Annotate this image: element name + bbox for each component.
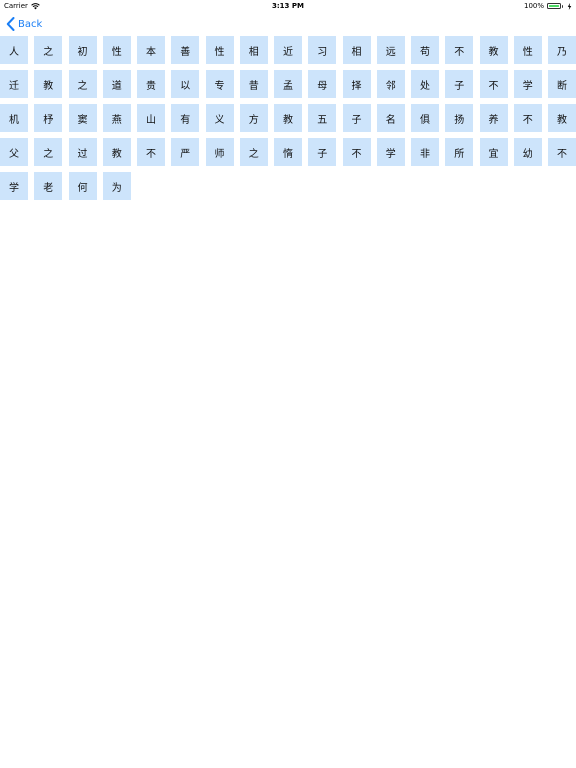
character-cell[interactable]: 习 [308, 36, 337, 64]
character-cell[interactable]: 不 [445, 36, 474, 64]
character-cell[interactable]: 之 [68, 70, 97, 98]
battery-icon [547, 3, 563, 9]
character-cell[interactable]: 燕 [102, 104, 131, 132]
character-grid: 人之初性本善性相近习相远苟不教性乃迁教之道贵以专昔孟母择邻处子不学断机杼窦燕山有… [0, 36, 576, 200]
character-cell[interactable]: 贵 [137, 70, 165, 98]
back-button[interactable]: Back [6, 16, 42, 32]
chevron-left-icon [6, 17, 15, 31]
character-cell[interactable]: 山 [137, 104, 165, 132]
character-cell[interactable]: 迁 [0, 70, 28, 98]
character-cell[interactable]: 教 [479, 36, 508, 64]
character-cell[interactable]: 过 [68, 138, 97, 166]
character-cell[interactable]: 之 [34, 138, 63, 166]
character-cell[interactable]: 有 [171, 104, 200, 132]
character-cell[interactable]: 乃 [548, 36, 576, 64]
character-cell[interactable]: 俱 [411, 104, 439, 132]
character-cell[interactable]: 之 [239, 138, 268, 166]
character-cell[interactable]: 相 [342, 36, 371, 64]
character-cell[interactable]: 方 [239, 104, 268, 132]
character-cell[interactable]: 子 [445, 70, 474, 98]
character-cell[interactable]: 初 [68, 36, 97, 64]
character-cell[interactable]: 子 [308, 138, 337, 166]
character-cell[interactable]: 五 [308, 104, 337, 132]
character-cell[interactable]: 何 [68, 172, 97, 200]
character-cell[interactable]: 教 [34, 70, 63, 98]
character-cell[interactable]: 老 [34, 172, 63, 200]
character-cell[interactable]: 子 [342, 104, 371, 132]
character-cell[interactable]: 父 [0, 138, 28, 166]
character-cell[interactable]: 学 [376, 138, 405, 166]
character-cell[interactable]: 教 [548, 104, 576, 132]
battery-percentage: 100% [523, 2, 544, 10]
character-cell[interactable]: 严 [171, 138, 200, 166]
character-cell[interactable]: 窦 [68, 104, 97, 132]
character-cell[interactable]: 专 [205, 70, 234, 98]
character-cell[interactable]: 性 [205, 36, 234, 64]
character-cell[interactable]: 近 [274, 36, 302, 64]
character-cell[interactable]: 不 [548, 138, 576, 166]
character-cell[interactable]: 母 [308, 70, 337, 98]
character-cell[interactable]: 非 [411, 138, 439, 166]
character-cell[interactable]: 不 [513, 104, 542, 132]
character-cell[interactable]: 苟 [411, 36, 439, 64]
character-cell[interactable]: 扬 [445, 104, 474, 132]
character-cell[interactable]: 人 [0, 36, 28, 64]
status-bar: Carrier 3:13 PM 100% [0, 0, 576, 12]
character-cell[interactable]: 学 [513, 70, 542, 98]
character-cell[interactable]: 道 [102, 70, 131, 98]
character-cell[interactable]: 所 [445, 138, 474, 166]
character-cell[interactable]: 养 [479, 104, 508, 132]
character-cell[interactable]: 本 [137, 36, 165, 64]
character-cell[interactable]: 名 [376, 104, 405, 132]
character-cell[interactable]: 善 [171, 36, 200, 64]
character-cell[interactable]: 断 [548, 70, 576, 98]
character-cell[interactable]: 不 [137, 138, 165, 166]
character-cell[interactable]: 远 [376, 36, 405, 64]
character-cell[interactable]: 性 [102, 36, 131, 64]
character-cell[interactable]: 相 [239, 36, 268, 64]
character-cell[interactable]: 教 [274, 104, 302, 132]
character-cell[interactable]: 不 [342, 138, 371, 166]
character-cell[interactable]: 幼 [513, 138, 542, 166]
character-cell[interactable]: 杼 [34, 104, 63, 132]
character-cell[interactable]: 教 [102, 138, 131, 166]
character-cell[interactable]: 学 [0, 172, 28, 200]
status-time: 3:13 PM [272, 2, 304, 10]
status-right: 100% [524, 0, 572, 12]
charging-bolt-icon [567, 2, 572, 10]
character-cell[interactable]: 邻 [376, 70, 405, 98]
character-cell[interactable]: 昔 [239, 70, 268, 98]
character-cell[interactable]: 择 [342, 70, 371, 98]
character-cell[interactable]: 孟 [274, 70, 302, 98]
character-cell[interactable]: 机 [0, 104, 28, 132]
character-cell[interactable]: 师 [205, 138, 234, 166]
character-cell[interactable]: 以 [171, 70, 200, 98]
character-cell[interactable]: 为 [102, 172, 131, 200]
navigation-bar: Back [0, 12, 576, 36]
character-cell[interactable]: 性 [513, 36, 542, 64]
character-cell[interactable]: 义 [205, 104, 234, 132]
character-cell[interactable]: 惰 [274, 138, 302, 166]
character-cell[interactable]: 不 [479, 70, 508, 98]
character-cell[interactable]: 宜 [479, 138, 508, 166]
back-button-label: Back [18, 18, 43, 30]
character-cell[interactable]: 处 [411, 70, 439, 98]
character-cell[interactable]: 之 [34, 36, 63, 64]
